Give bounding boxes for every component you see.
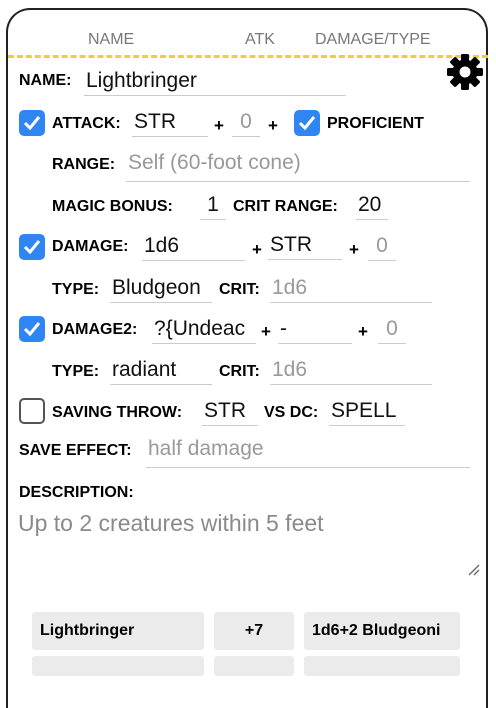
saving-throw-label: SAVING THROW: xyxy=(52,404,183,421)
header-divider xyxy=(8,55,488,58)
crit-range-label: CRIT RANGE: xyxy=(233,198,338,215)
crit2-label: CRIT: xyxy=(219,363,260,380)
vs-dc-label: VS DC: xyxy=(264,404,319,421)
attack-checkbox[interactable] xyxy=(19,110,45,136)
gear-icon[interactable] xyxy=(446,53,484,91)
crit-range-input[interactable]: 20 xyxy=(356,192,388,220)
name-label: NAME: xyxy=(19,72,72,89)
plus-sign: + xyxy=(214,116,224,135)
damage-type-input[interactable]: Bludgeon xyxy=(110,275,212,303)
description-label: DESCRIPTION: xyxy=(19,484,134,501)
summary-row-next xyxy=(304,656,460,676)
summary-row-next xyxy=(214,656,294,676)
description-textarea[interactable]: Up to 2 creatures within 5 feet xyxy=(18,510,324,537)
range-input[interactable]: Self (60-foot cone) xyxy=(126,150,470,182)
proficient-label: PROFICIENT xyxy=(327,115,424,132)
check-icon xyxy=(23,240,41,255)
summary-row-next xyxy=(32,656,204,676)
plus-sign: + xyxy=(261,322,271,341)
magic-bonus-input[interactable]: 1 xyxy=(200,192,226,220)
damage2-type-input[interactable]: radiant xyxy=(110,357,212,385)
vs-dc-input[interactable]: SPELL xyxy=(329,398,405,426)
summary-name[interactable]: Lightbringer xyxy=(32,612,204,650)
proficient-checkbox[interactable] xyxy=(294,110,320,136)
saving-throw-checkbox[interactable] xyxy=(19,398,45,424)
magic-bonus-label: MAGIC BONUS: xyxy=(52,198,173,215)
damage-checkbox[interactable] xyxy=(19,234,45,260)
check-icon xyxy=(23,116,41,131)
damage-dice-input[interactable]: 1d6 xyxy=(142,233,245,261)
resize-grip-icon[interactable] xyxy=(466,562,480,576)
check-icon xyxy=(23,322,41,337)
attack-label: ATTACK: xyxy=(52,115,121,132)
column-header-atk: ATK xyxy=(245,31,275,48)
column-header-name: NAME xyxy=(88,31,135,48)
plus-sign: + xyxy=(358,322,368,341)
summary-damage[interactable]: 1d6+2 Bludgeoni xyxy=(304,612,460,650)
saving-throw-stat-input[interactable]: STR xyxy=(202,398,258,426)
attack-stat-input[interactable]: STR xyxy=(132,109,208,137)
plus-sign: + xyxy=(268,116,278,135)
damage-label: DAMAGE: xyxy=(52,238,129,255)
damage2-checkbox[interactable] xyxy=(19,316,45,342)
crit-label: CRIT: xyxy=(219,281,260,298)
range-label: RANGE: xyxy=(52,156,116,173)
damage-bonus-input[interactable]: 0 xyxy=(368,233,396,261)
plus-sign: + xyxy=(349,240,359,259)
plus-sign: + xyxy=(252,240,262,259)
crit-dice-input[interactable]: 1d6 xyxy=(270,275,432,303)
damage2-dice-input[interactable]: ?{Undeac xyxy=(152,316,256,344)
summary-atk[interactable]: +7 xyxy=(214,612,294,650)
save-effect-input[interactable]: half damage xyxy=(146,436,470,468)
column-header-damage-type: DAMAGE/TYPE xyxy=(315,31,431,48)
type-label: TYPE: xyxy=(52,281,100,298)
check-icon xyxy=(298,116,316,131)
damage2-stat-input[interactable]: - xyxy=(278,316,352,344)
type2-label: TYPE: xyxy=(52,363,100,380)
damage2-bonus-input[interactable]: 0 xyxy=(378,316,406,344)
save-effect-label: SAVE EFFECT: xyxy=(19,442,132,459)
name-input[interactable]: Lightbringer xyxy=(84,68,346,96)
attack-bonus-input[interactable]: 0 xyxy=(232,109,260,137)
crit2-dice-input[interactable]: 1d6 xyxy=(270,357,432,385)
damage2-label: DAMAGE2: xyxy=(52,321,138,338)
damage-stat-input[interactable]: STR xyxy=(268,232,342,260)
